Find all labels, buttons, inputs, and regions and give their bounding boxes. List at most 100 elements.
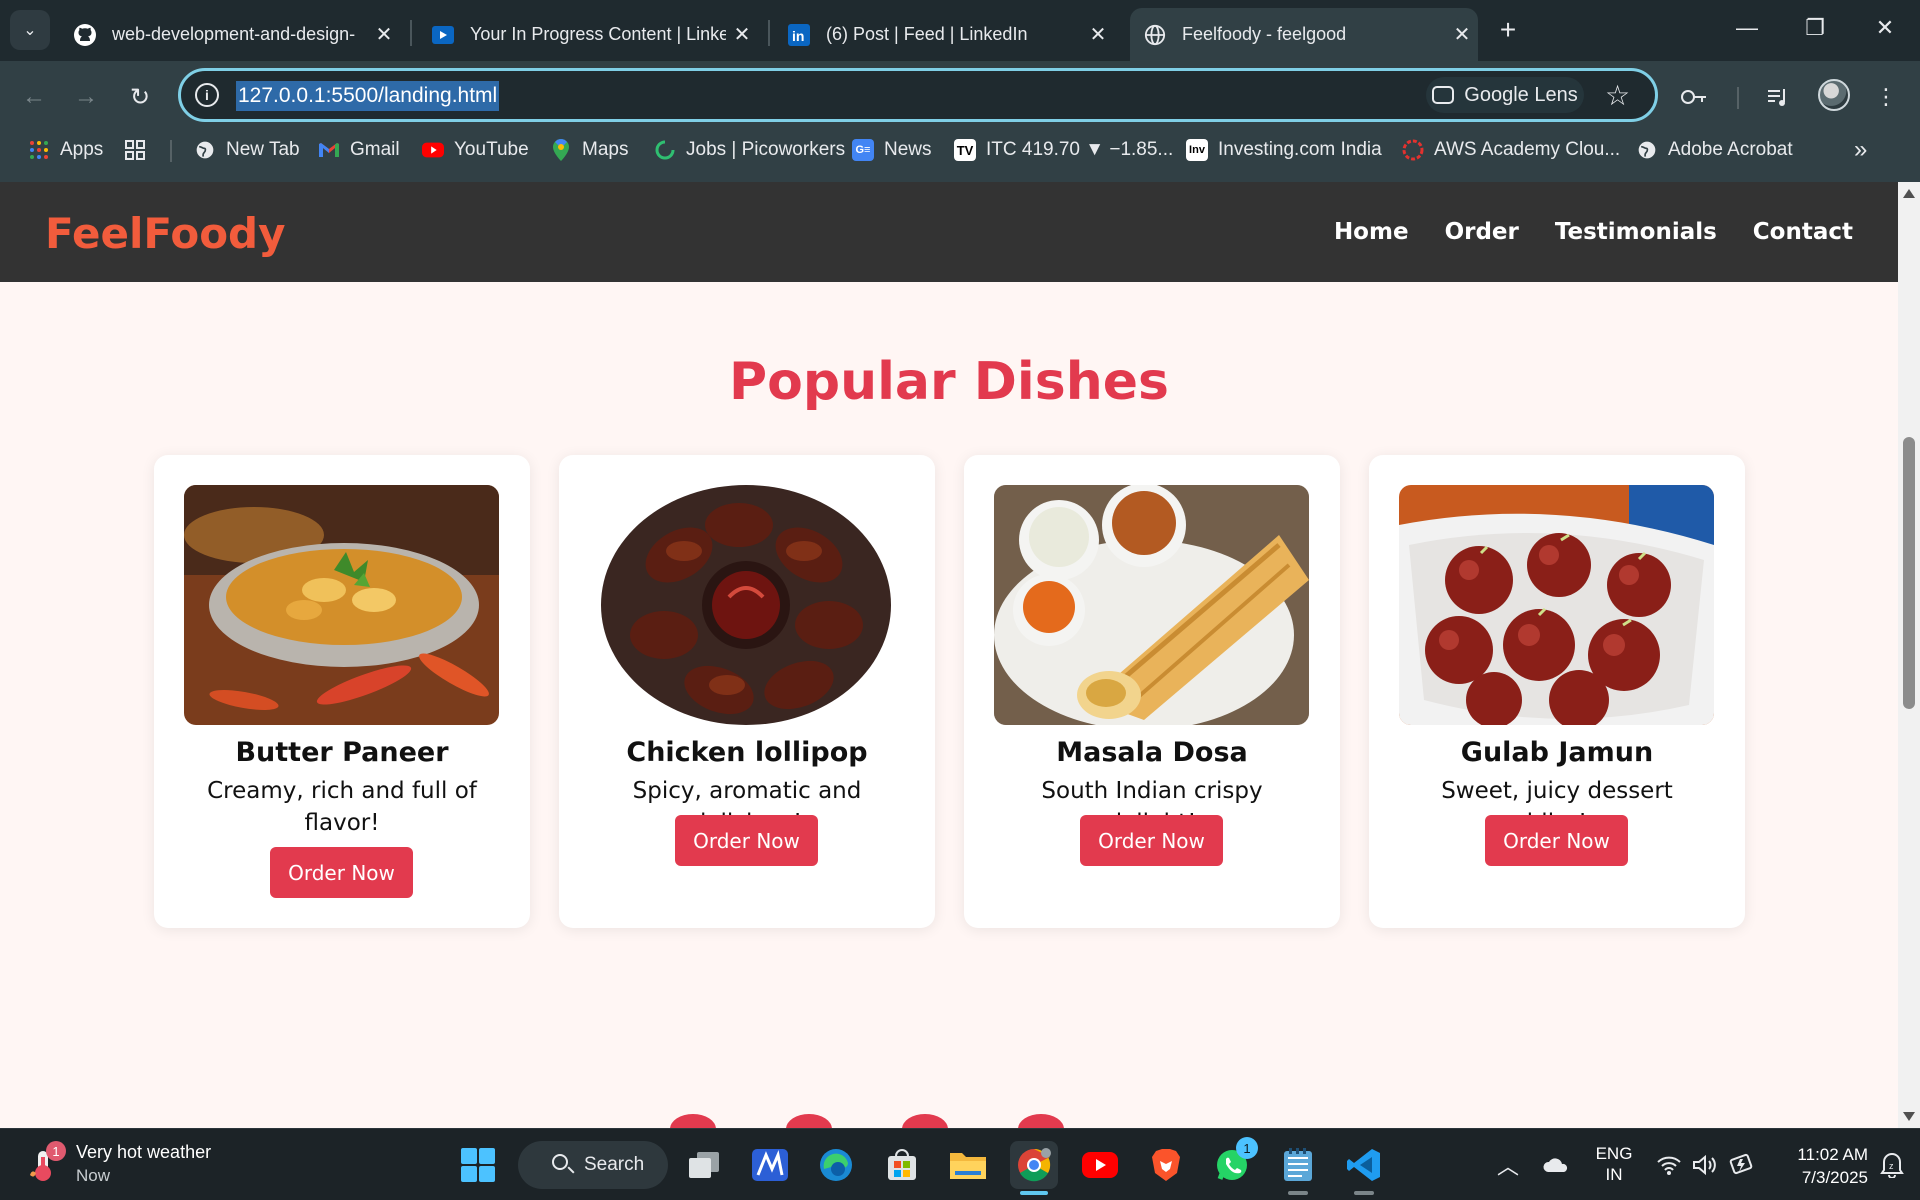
reload-button[interactable]: ↻: [118, 75, 162, 119]
close-icon[interactable]: ✕: [368, 22, 400, 47]
taskbar-app-whatsapp[interactable]: 1: [1208, 1137, 1258, 1189]
bookmark-adobe-acrobat[interactable]: Adobe Acrobat: [1636, 130, 1793, 170]
bookmark-apps[interactable]: Apps: [28, 130, 103, 170]
running-indicator: [1354, 1191, 1374, 1195]
windows-icon: [461, 1148, 495, 1182]
nav-contact[interactable]: Contact: [1753, 219, 1853, 245]
browser-tab[interactable]: in (6) Post | Feed | LinkedIn ✕: [774, 8, 1114, 61]
nav-testimonials[interactable]: Testimonials: [1555, 219, 1717, 245]
back-button[interactable]: ←: [12, 75, 56, 119]
address-bar-url[interactable]: 127.0.0.1:5500/landing.html: [236, 81, 500, 111]
browser-tab[interactable]: web-development-and-design- ✕: [60, 8, 400, 61]
bookmark-investing[interactable]: Inv Investing.com India: [1186, 130, 1382, 170]
site-info-icon[interactable]: i: [195, 83, 219, 107]
site-navbar: FeelFoody Home Order Testimonials Contac…: [0, 182, 1898, 282]
dish-name: Masala Dosa: [1056, 737, 1248, 768]
show-hidden-icons-button[interactable]: ︿: [1490, 1129, 1526, 1200]
mathpix-icon: [752, 1149, 788, 1181]
web-page: FeelFoody Home Order Testimonials Contac…: [0, 182, 1898, 1128]
taskbar-search[interactable]: Search: [518, 1141, 668, 1189]
bookmark-picoworkers[interactable]: Jobs | Picoworkers: [654, 130, 845, 170]
media-controls-icon[interactable]: [1756, 75, 1800, 119]
more-menu-icon[interactable]: ⋮: [1864, 75, 1908, 119]
site-logo[interactable]: FeelFoody: [45, 209, 286, 258]
bookmark-label: AWS Academy Clou...: [1434, 139, 1621, 160]
window-close-button[interactable]: ✕: [1855, 6, 1915, 50]
investing-icon: Inv: [1186, 139, 1208, 161]
browser-tab-active[interactable]: Feelfoody - feelgood ✕: [1130, 8, 1478, 61]
page-scrollbar[interactable]: [1898, 182, 1920, 1128]
taskbar-app-store[interactable]: [878, 1141, 926, 1189]
start-button[interactable]: [454, 1141, 502, 1189]
store-icon: [888, 1149, 916, 1180]
bookmark-label: Jobs | Picoworkers: [686, 139, 846, 160]
new-tab-button[interactable]: +: [1490, 12, 1526, 48]
forward-button[interactable]: →: [64, 75, 108, 119]
profile-avatar[interactable]: [1818, 79, 1850, 111]
bookmark-itc[interactable]: TV ITC 419.70 ▼ −1.85...: [954, 130, 1173, 170]
taskbar-app-brave[interactable]: [1142, 1141, 1190, 1189]
taskbar-app-vscode[interactable]: [1340, 1141, 1388, 1195]
close-icon[interactable]: ✕: [1082, 22, 1114, 47]
scroll-thumb[interactable]: [1903, 437, 1915, 709]
address-bar[interactable]: i 127.0.0.1:5500/landing.html Google Len…: [178, 68, 1658, 122]
section-title: Popular Dishes: [729, 352, 1169, 412]
task-view-button[interactable]: [680, 1141, 728, 1189]
volume-icon[interactable]: [1688, 1129, 1722, 1200]
bookmark-maps[interactable]: Maps: [550, 130, 628, 170]
restore-icon: ❐: [1805, 15, 1825, 40]
reload-icon: ↻: [129, 83, 151, 111]
restore-button[interactable]: ❐: [1785, 6, 1845, 50]
nav-order[interactable]: Order: [1445, 219, 1519, 245]
bookmark-new-tab[interactable]: New Tab: [194, 130, 300, 170]
order-now-button[interactable]: Order Now: [1485, 815, 1628, 866]
taskbar-app-chrome[interactable]: [1010, 1141, 1058, 1195]
google-lens-label: Google Lens: [1464, 83, 1578, 106]
aws-academy-icon: [1402, 139, 1424, 161]
order-now-button[interactable]: Order Now: [1080, 815, 1223, 866]
notifications-icon[interactable]: z: [1872, 1129, 1912, 1200]
linkedin-icon: in: [786, 22, 812, 48]
maps-pin-icon: [550, 139, 572, 161]
bookmark-gmail[interactable]: Gmail: [318, 130, 400, 170]
weather-widget[interactable]: 1 Very hot weather Now: [26, 1139, 286, 1191]
close-icon[interactable]: ✕: [726, 22, 758, 47]
nav-home[interactable]: Home: [1334, 219, 1409, 245]
scroll-down-icon[interactable]: [1903, 1112, 1915, 1121]
minimize-button[interactable]: —: [1717, 6, 1777, 50]
system-clock[interactable]: 11:02 AM 7/3/2025: [1768, 1143, 1868, 1189]
language-indicator[interactable]: ENG IN: [1590, 1143, 1638, 1185]
order-now-button[interactable]: Order Now: [270, 847, 413, 898]
scroll-up-icon[interactable]: [1903, 189, 1915, 198]
browser-tab[interactable]: Your In Progress Content | Linke ✕: [418, 8, 758, 61]
bookmark-label: Adobe Acrobat: [1668, 139, 1793, 160]
wifi-icon[interactable]: [1652, 1129, 1686, 1200]
brave-icon: [1152, 1149, 1180, 1181]
onedrive-icon[interactable]: [1536, 1129, 1576, 1200]
taskbar-app-mathpix[interactable]: [746, 1141, 794, 1189]
bookmark-youtube[interactable]: YouTube: [422, 130, 529, 170]
bookmark-aws-academy[interactable]: AWS Academy Clou...: [1402, 130, 1620, 170]
taskbar-app-notepad[interactable]: [1274, 1141, 1322, 1195]
google-lens-button[interactable]: Google Lens: [1426, 77, 1584, 113]
tab-search-button[interactable]: ⌄: [10, 10, 50, 50]
bookmark-news[interactable]: G≡ News: [852, 130, 932, 170]
more-bookmarks-button[interactable]: »: [1854, 130, 1867, 170]
taskbar-app-file-explorer[interactable]: [944, 1141, 992, 1189]
taskbar-app-youtube[interactable]: [1076, 1141, 1124, 1189]
task-view-icon: [689, 1152, 719, 1178]
close-icon[interactable]: ✕: [1446, 22, 1478, 47]
battery-charging-icon[interactable]: [1724, 1129, 1758, 1200]
dish-card: Chicken lollipop Spicy, aromatic and del…: [559, 455, 935, 928]
taskbar-app-edge[interactable]: [812, 1141, 860, 1189]
arrow-right-icon: →: [74, 83, 98, 110]
tab-title: Your In Progress Content | Linke: [470, 24, 726, 44]
password-key-icon[interactable]: [1672, 75, 1716, 119]
order-now-button[interactable]: Order Now: [675, 815, 818, 866]
toolbar-divider: [1737, 87, 1739, 109]
search-icon: [552, 1154, 568, 1170]
bookmark-star-icon[interactable]: ☆: [1605, 79, 1630, 112]
globe-icon: [194, 139, 216, 161]
tab-groups-button[interactable]: [124, 130, 156, 170]
dish-card: Gulab Jamun Sweet, juicy dessert bliss! …: [1369, 455, 1745, 928]
